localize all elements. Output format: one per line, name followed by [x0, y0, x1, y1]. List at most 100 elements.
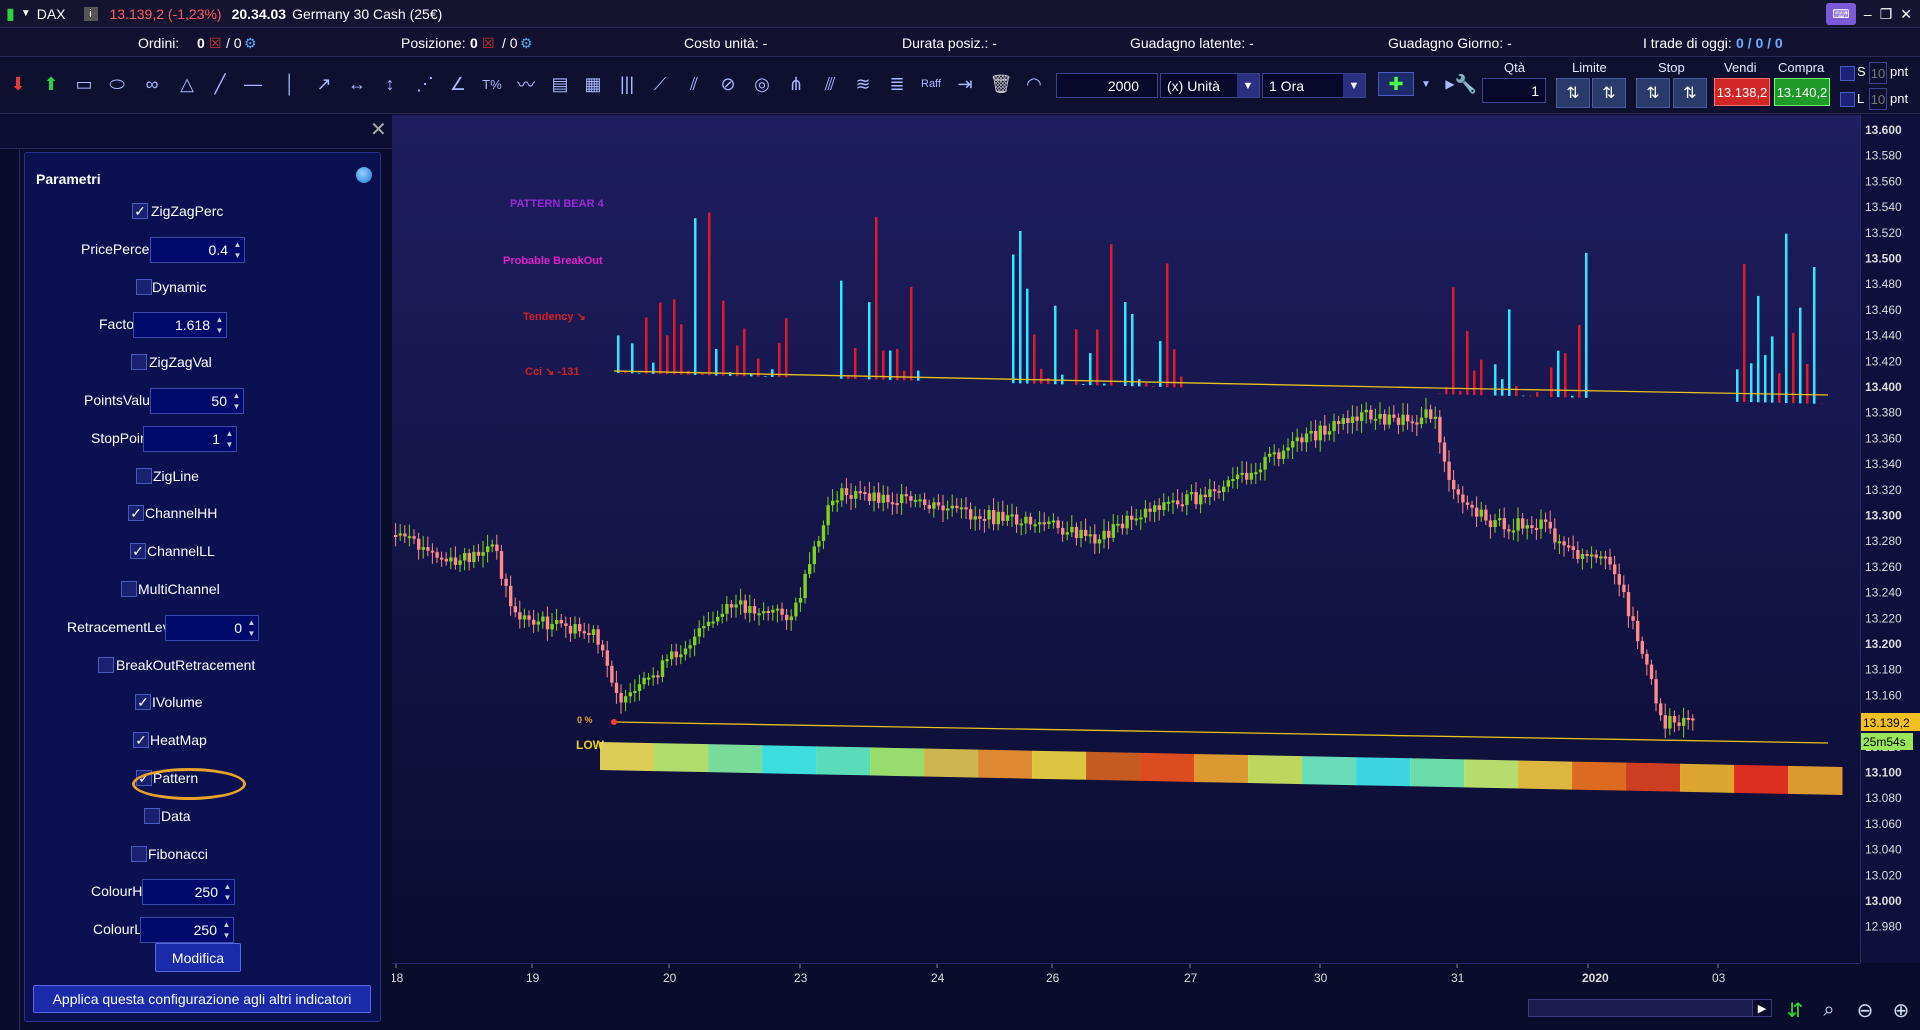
quantity-input[interactable]: 2000	[1056, 73, 1158, 98]
short-checkbox[interactable]	[1840, 66, 1855, 81]
long-points-input[interactable]: 10	[1869, 88, 1887, 110]
raff-channel-icon[interactable]: ≋	[851, 72, 875, 96]
info-icon[interactable]: i	[83, 6, 98, 21]
breakoutretracement-checkbox[interactable]	[98, 656, 114, 673]
stop-sell-button[interactable]: ⇅	[1673, 78, 1707, 108]
arrow-up-icon[interactable]: ⬆	[39, 72, 63, 96]
channelhh-checkbox[interactable]: ✓	[128, 505, 144, 522]
ellipse-icon[interactable]: ⬭	[105, 72, 129, 96]
pointsvalue-input[interactable]: 50 ▲ ▼	[150, 388, 244, 414]
qta-input[interactable]: 1	[1482, 78, 1546, 103]
colourll-input[interactable]: 250 ▲ ▼	[140, 917, 234, 944]
pricepercent-input[interactable]: 0.4 ▲ ▼	[150, 236, 245, 263]
keyboard-icon[interactable]: ⌨	[1825, 3, 1856, 25]
candle-body	[1254, 472, 1258, 475]
channelll-checkbox[interactable]: ✓	[130, 543, 146, 560]
spiral-icon[interactable]: ◎	[750, 72, 774, 96]
freehand-icon[interactable]: ∞	[140, 72, 164, 96]
vertical-line-icon[interactable]: │	[278, 72, 302, 96]
zigline-checkbox[interactable]	[136, 467, 152, 484]
gann-fan-icon[interactable]: ⟋	[648, 72, 672, 96]
minimize-icon[interactable]: –	[1864, 6, 1872, 22]
trash-icon[interactable]: 🗑	[989, 72, 1013, 96]
channel-icon[interactable]: ⫽	[682, 72, 706, 96]
arrow-down-icon[interactable]: ⬇	[6, 72, 30, 96]
percent-icon[interactable]: T%	[480, 72, 504, 96]
heatmap-checkbox[interactable]: ✓	[133, 732, 149, 749]
stepper-icon[interactable]: ▲ ▼	[246, 617, 257, 639]
price-range-icon[interactable]: ↕	[378, 72, 402, 96]
gear-icon[interactable]: ⚙	[520, 35, 533, 52]
dynamic-checkbox[interactable]	[136, 278, 152, 295]
rectangle-icon[interactable]: ▭	[72, 72, 96, 96]
close-icon[interactable]: ✕	[370, 117, 387, 142]
angle-icon[interactable]: ∠	[446, 72, 470, 96]
regression-icon[interactable]: ⫻	[818, 72, 842, 96]
factor-input[interactable]: 1.618 ▲ ▼	[133, 312, 227, 339]
horizontal-scrollbar[interactable]	[1528, 999, 1758, 1017]
multichannel-checkbox[interactable]	[121, 581, 137, 597]
line-icon[interactable]: ╱	[208, 72, 232, 96]
wrench-icon[interactable]: 🔧	[1454, 72, 1478, 96]
stepper-icon[interactable]: ▲ ▼	[232, 239, 243, 261]
long-checkbox[interactable]	[1840, 92, 1855, 107]
price-axis[interactable]: 13.600 13.580 13.560 13.540 13.520 13.500 13.4…	[1860, 115, 1920, 963]
add-indicator-icon[interactable]: ✚	[1378, 72, 1414, 96]
close-position-icon[interactable]: ☒	[482, 35, 495, 52]
volume-bar	[840, 280, 843, 379]
apply-config-button[interactable]: Applica questa configurazione agli altri…	[33, 985, 371, 1013]
colourhh-input[interactable]: 250 ▲ ▼	[142, 879, 235, 906]
limit-sell-button[interactable]: ⇅	[1592, 78, 1626, 108]
stepper-icon[interactable]: ▲ ▼	[221, 919, 232, 941]
buy-button[interactable]: 13.140,2	[1774, 78, 1830, 106]
extended-line-icon[interactable]: ↔	[345, 72, 369, 96]
stepper-icon[interactable]: ▲ ▼	[224, 428, 235, 450]
zigzagval-checkbox[interactable]	[131, 354, 147, 371]
measure-icon[interactable]: ⇥	[953, 72, 977, 96]
triangle-icon[interactable]: △	[175, 72, 199, 96]
stepper-icon[interactable]: ▲ ▼	[222, 881, 233, 903]
ray-icon[interactable]: ↗	[312, 72, 336, 96]
stepper-icon[interactable]: ▲ ▼	[231, 390, 242, 412]
raff-icon[interactable]: Raff	[919, 72, 943, 96]
stop-buy-button[interactable]: ⇅	[1636, 78, 1670, 108]
sell-button[interactable]: 13.138,2	[1714, 78, 1770, 106]
zoom-out-icon[interactable]: ⊖	[1852, 997, 1878, 1023]
fib-fan-icon[interactable]: ▦	[581, 72, 605, 96]
zigzag-icon[interactable]: 〰	[514, 72, 538, 96]
arc-icon[interactable]: ◠	[1022, 72, 1046, 96]
scroll-right-icon[interactable]: ▶	[1752, 999, 1772, 1017]
stdev-channel-icon[interactable]: ≣	[885, 72, 909, 96]
gear-icon[interactable]: ⚙	[244, 35, 257, 52]
close-icon[interactable]: ✕	[1900, 6, 1912, 23]
fib-time-icon[interactable]: |||	[615, 72, 639, 96]
auto-scale-icon[interactable]: ⇵	[1782, 997, 1808, 1023]
ivolume-checkbox[interactable]: ✓	[135, 694, 151, 711]
limit-buy-button[interactable]: ⇅	[1556, 78, 1590, 108]
horizontal-line-icon[interactable]: —	[241, 72, 265, 96]
modifica-button[interactable]: Modifica	[155, 943, 241, 972]
time-axis[interactable]: 18 19 20 23 24 26 27 30 31 2020 03	[390, 963, 1860, 991]
timeframe-select[interactable]: 1 Ora ▼	[1262, 73, 1366, 98]
retracementlevel-input[interactable]: 0 ▲ ▼	[165, 614, 259, 641]
symbol-selector[interactable]: ▮ ▼ DAX	[6, 4, 66, 24]
short-points-input[interactable]: 10	[1869, 62, 1887, 84]
fib-grid-icon[interactable]: ▤	[548, 72, 572, 96]
stepper-icon[interactable]: ▲ ▼	[214, 314, 225, 336]
fan-icon[interactable]: ⋰	[413, 72, 437, 96]
pitchfork-icon[interactable]: ⋔	[784, 72, 808, 96]
stoppoint-input[interactable]: 1 ▲ ▼	[143, 425, 237, 452]
candle-body	[1286, 447, 1290, 451]
zigzagperc-checkbox[interactable]: ✓	[132, 203, 148, 219]
fibonacci-checkbox[interactable]	[131, 845, 147, 862]
globe-icon[interactable]	[356, 167, 372, 183]
restore-icon[interactable]: ❐	[1880, 6, 1893, 23]
data-checkbox[interactable]	[144, 807, 160, 824]
zoom-fit-icon[interactable]: ⌕	[1816, 997, 1842, 1023]
unit-select[interactable]: (x) Unità ▼	[1160, 73, 1260, 98]
zoom-in-icon[interactable]: ⊕	[1888, 997, 1914, 1023]
cancel-orders-icon[interactable]: ☒	[209, 35, 222, 52]
cycle-icon[interactable]: ⊘	[716, 72, 740, 96]
price-chart[interactable]: PATTERN BEAR 4 Probable BreakOut Tendency …	[392, 115, 1860, 963]
chevron-down-icon[interactable]: ▼	[1414, 72, 1438, 96]
